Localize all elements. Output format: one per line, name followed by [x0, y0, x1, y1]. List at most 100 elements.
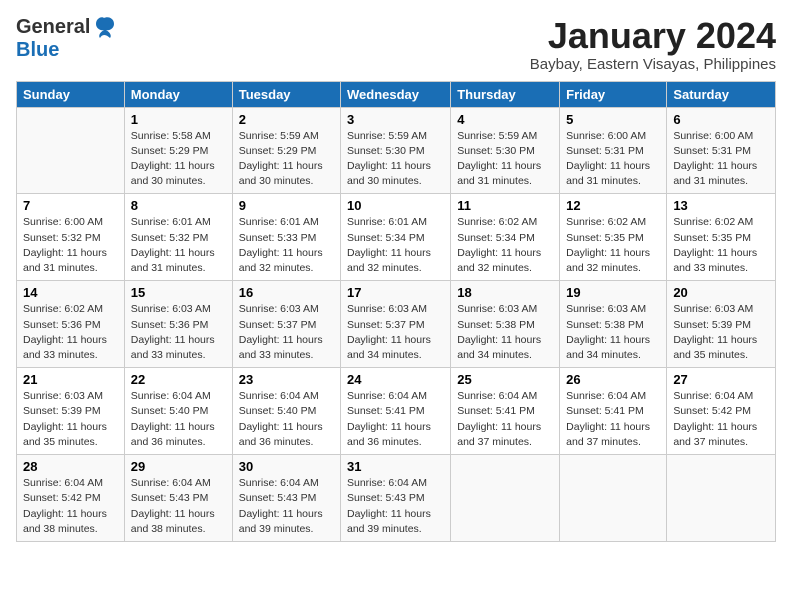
weekday-header-saturday: Saturday [667, 81, 776, 107]
logo: General Blue [16, 16, 116, 62]
calendar-cell [451, 455, 560, 542]
day-number: 27 [673, 372, 769, 387]
calendar-cell: 9 Sunrise: 6:01 AM Sunset: 5:33 PM Daylig… [232, 194, 340, 281]
title-block: January 2024 Baybay, Eastern Visayas, Ph… [530, 16, 776, 73]
day-number: 11 [457, 198, 553, 213]
week-row-2: 7 Sunrise: 6:00 AM Sunset: 5:32 PM Daylig… [17, 194, 776, 281]
calendar-cell: 7 Sunrise: 6:00 AM Sunset: 5:32 PM Daylig… [17, 194, 125, 281]
day-detail: Sunrise: 6:03 AM Sunset: 5:37 PM Dayligh… [239, 302, 334, 363]
day-number: 16 [239, 285, 334, 300]
day-detail: Sunrise: 5:58 AM Sunset: 5:29 PM Dayligh… [131, 129, 226, 190]
day-number: 21 [23, 372, 118, 387]
calendar-cell: 19Sunrise: 6:03 AM Sunset: 5:38 PM Dayli… [560, 281, 667, 368]
day-detail: Sunrise: 5:59 AM Sunset: 5:30 PM Dayligh… [347, 129, 444, 190]
day-detail: Sunrise: 6:03 AM Sunset: 5:38 PM Dayligh… [566, 302, 660, 363]
day-detail: Sunrise: 6:03 AM Sunset: 5:38 PM Dayligh… [457, 302, 553, 363]
calendar-cell: 16 Sunrise: 6:03 AM Sunset: 5:37 PM Dayli… [232, 281, 340, 368]
day-number: 24 [347, 372, 444, 387]
calendar-cell: 27 Sunrise: 6:04 AM Sunset: 5:42 PM Dayli… [667, 368, 776, 455]
day-detail: Sunrise: 6:04 AM Sunset: 5:40 PM Dayligh… [239, 389, 334, 450]
day-detail: Sunrise: 6:04 AM Sunset: 5:42 PM Dayligh… [673, 389, 769, 450]
calendar-cell: 22Sunrise: 6:04 AM Sunset: 5:40 PM Dayli… [124, 368, 232, 455]
day-detail: Sunrise: 6:01 AM Sunset: 5:33 PM Dayligh… [239, 215, 334, 276]
day-number: 7 [23, 198, 118, 213]
day-detail: Sunrise: 6:02 AM Sunset: 5:36 PM Dayligh… [23, 302, 118, 363]
day-number: 2 [239, 112, 334, 127]
day-number: 14 [23, 285, 118, 300]
day-number: 31 [347, 459, 444, 474]
day-number: 10 [347, 198, 444, 213]
calendar-cell: 25 Sunrise: 6:04 AM Sunset: 5:41 PM Dayli… [451, 368, 560, 455]
day-detail: Sunrise: 6:00 AM Sunset: 5:32 PM Dayligh… [23, 215, 118, 276]
calendar-cell: 3Sunrise: 5:59 AM Sunset: 5:30 PM Daylig… [341, 107, 451, 194]
weekday-header-friday: Friday [560, 81, 667, 107]
calendar-cell: 12Sunrise: 6:02 AM Sunset: 5:35 PM Dayli… [560, 194, 667, 281]
calendar-cell: 21 Sunrise: 6:03 AM Sunset: 5:39 PM Dayli… [17, 368, 125, 455]
day-detail: Sunrise: 6:03 AM Sunset: 5:39 PM Dayligh… [673, 302, 769, 363]
calendar-cell: 11Sunrise: 6:02 AM Sunset: 5:34 PM Dayli… [451, 194, 560, 281]
day-detail: Sunrise: 6:01 AM Sunset: 5:32 PM Dayligh… [131, 215, 226, 276]
day-number: 23 [239, 372, 334, 387]
day-number: 12 [566, 198, 660, 213]
calendar-cell [560, 455, 667, 542]
day-number: 9 [239, 198, 334, 213]
day-detail: Sunrise: 6:04 AM Sunset: 5:43 PM Dayligh… [239, 476, 334, 537]
day-detail: Sunrise: 6:04 AM Sunset: 5:41 PM Dayligh… [457, 389, 553, 450]
day-detail: Sunrise: 6:00 AM Sunset: 5:31 PM Dayligh… [566, 129, 660, 190]
day-number: 25 [457, 372, 553, 387]
calendar-cell: 10 Sunrise: 6:01 AM Sunset: 5:34 PM Dayli… [341, 194, 451, 281]
day-number: 4 [457, 112, 553, 127]
calendar-cell: 6Sunrise: 6:00 AM Sunset: 5:31 PM Daylig… [667, 107, 776, 194]
day-number: 28 [23, 459, 118, 474]
day-detail: Sunrise: 5:59 AM Sunset: 5:29 PM Dayligh… [239, 129, 334, 190]
day-detail: Sunrise: 6:03 AM Sunset: 5:39 PM Dayligh… [23, 389, 118, 450]
day-detail: Sunrise: 6:03 AM Sunset: 5:37 PM Dayligh… [347, 302, 444, 363]
calendar-cell: 13 Sunrise: 6:02 AM Sunset: 5:35 PM Dayli… [667, 194, 776, 281]
week-row-3: 14 Sunrise: 6:02 AM Sunset: 5:36 PM Dayli… [17, 281, 776, 368]
week-row-5: 28Sunrise: 6:04 AM Sunset: 5:42 PM Dayli… [17, 455, 776, 542]
day-detail: Sunrise: 6:04 AM Sunset: 5:43 PM Dayligh… [131, 476, 226, 537]
day-number: 15 [131, 285, 226, 300]
calendar-cell [667, 455, 776, 542]
week-row-4: 21 Sunrise: 6:03 AM Sunset: 5:39 PM Dayli… [17, 368, 776, 455]
location-text: Baybay, Eastern Visayas, Philippines [530, 56, 776, 73]
logo-blue-text: Blue [16, 39, 59, 62]
calendar-table: SundayMondayTuesdayWednesdayThursdayFrid… [16, 81, 776, 542]
calendar-cell: 23 Sunrise: 6:04 AM Sunset: 5:40 PM Dayli… [232, 368, 340, 455]
logo-general-text: General [16, 16, 90, 39]
day-number: 13 [673, 198, 769, 213]
day-number: 5 [566, 112, 660, 127]
day-detail: Sunrise: 6:04 AM Sunset: 5:43 PM Dayligh… [347, 476, 444, 537]
calendar-cell: 30 Sunrise: 6:04 AM Sunset: 5:43 PM Dayli… [232, 455, 340, 542]
calendar-cell: 2 Sunrise: 5:59 AM Sunset: 5:29 PM Daylig… [232, 107, 340, 194]
day-detail: Sunrise: 6:04 AM Sunset: 5:41 PM Dayligh… [347, 389, 444, 450]
weekday-header-sunday: Sunday [17, 81, 125, 107]
day-number: 17 [347, 285, 444, 300]
calendar-cell: 14 Sunrise: 6:02 AM Sunset: 5:36 PM Dayli… [17, 281, 125, 368]
day-number: 30 [239, 459, 334, 474]
day-detail: Sunrise: 6:01 AM Sunset: 5:34 PM Dayligh… [347, 215, 444, 276]
day-number: 8 [131, 198, 226, 213]
weekday-header-row: SundayMondayTuesdayWednesdayThursdayFrid… [17, 81, 776, 107]
day-detail: Sunrise: 5:59 AM Sunset: 5:30 PM Dayligh… [457, 129, 553, 190]
day-number: 29 [131, 459, 226, 474]
weekday-header-wednesday: Wednesday [341, 81, 451, 107]
calendar-cell: 24 Sunrise: 6:04 AM Sunset: 5:41 PM Dayli… [341, 368, 451, 455]
day-detail: Sunrise: 6:02 AM Sunset: 5:35 PM Dayligh… [673, 215, 769, 276]
day-detail: Sunrise: 6:03 AM Sunset: 5:36 PM Dayligh… [131, 302, 226, 363]
weekday-header-thursday: Thursday [451, 81, 560, 107]
calendar-cell: 5 Sunrise: 6:00 AM Sunset: 5:31 PM Daylig… [560, 107, 667, 194]
week-row-1: 1Sunrise: 5:58 AM Sunset: 5:29 PM Daylig… [17, 107, 776, 194]
calendar-cell: 20 Sunrise: 6:03 AM Sunset: 5:39 PM Dayli… [667, 281, 776, 368]
day-number: 18 [457, 285, 553, 300]
calendar-cell: 26Sunrise: 6:04 AM Sunset: 5:41 PM Dayli… [560, 368, 667, 455]
weekday-header-monday: Monday [124, 81, 232, 107]
day-detail: Sunrise: 6:04 AM Sunset: 5:40 PM Dayligh… [131, 389, 226, 450]
calendar-cell: 18 Sunrise: 6:03 AM Sunset: 5:38 PM Dayli… [451, 281, 560, 368]
weekday-header-tuesday: Tuesday [232, 81, 340, 107]
calendar-cell: 17 Sunrise: 6:03 AM Sunset: 5:37 PM Dayli… [341, 281, 451, 368]
month-title: January 2024 [530, 16, 776, 56]
day-number: 20 [673, 285, 769, 300]
page-header: General Blue January 2024 Baybay, Easter… [16, 16, 776, 73]
calendar-cell: 4 Sunrise: 5:59 AM Sunset: 5:30 PM Daylig… [451, 107, 560, 194]
